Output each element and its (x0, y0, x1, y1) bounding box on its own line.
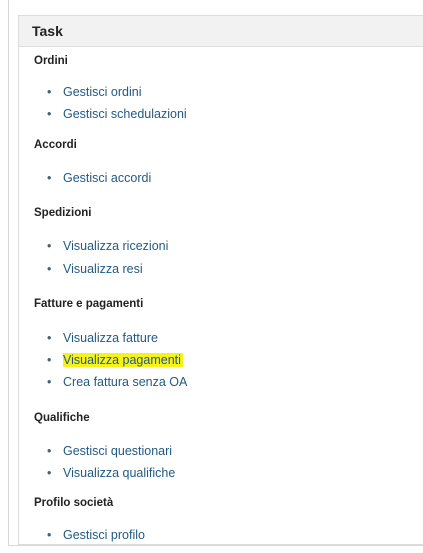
bullet-icon: • (47, 528, 52, 542)
bullet-icon: • (47, 444, 52, 458)
link-visualizza-resi[interactable]: Visualizza resi (63, 262, 143, 276)
task-item-visualizza-qualifiche: • Visualizza qualifiche (47, 464, 175, 482)
section-title-accordi: Accordi (34, 139, 77, 151)
link-crea-fattura-senza-oa[interactable]: Crea fattura senza OA (63, 375, 187, 389)
task-item-visualizza-pagamenti: • Visualizza pagamenti (47, 351, 183, 369)
link-gestisci-profilo[interactable]: Gestisci profilo (63, 528, 145, 542)
link-visualizza-qualifiche[interactable]: Visualizza qualifiche (63, 466, 175, 480)
section-title-fatture-e-pagamenti: Fatture e pagamenti (34, 298, 144, 310)
bullet-icon: • (47, 353, 52, 367)
task-item-gestisci-profilo: • Gestisci profilo (47, 526, 145, 544)
bullet-icon: • (47, 262, 52, 276)
section-title-spedizioni: Spedizioni (34, 207, 92, 219)
bullet-icon: • (47, 171, 52, 185)
task-item-visualizza-fatture: • Visualizza fatture (47, 329, 158, 347)
page-bottom-border (8, 545, 423, 546)
link-visualizza-pagamenti[interactable]: Visualizza pagamenti (63, 353, 183, 367)
link-gestisci-ordini[interactable]: Gestisci ordini (63, 85, 142, 99)
section-title-profilo-societa: Profilo società (34, 497, 114, 509)
bullet-icon: • (47, 107, 52, 121)
bullet-icon: • (47, 331, 52, 345)
bullet-icon: • (47, 466, 52, 480)
bullet-icon: • (47, 239, 52, 253)
task-item-visualizza-resi: • Visualizza resi (47, 260, 143, 278)
task-item-crea-fattura-senza-oa: • Crea fattura senza OA (47, 373, 187, 391)
task-panel: Task Ordini • Gestisci ordini • Gestisci s… (18, 15, 423, 545)
link-visualizza-fatture[interactable]: Visualizza fatture (63, 331, 158, 345)
section-title-qualifiche: Qualifiche (34, 412, 90, 424)
link-gestisci-questionari[interactable]: Gestisci questionari (63, 444, 172, 458)
page-left-border (8, 0, 9, 546)
link-visualizza-ricezioni[interactable]: Visualizza ricezioni (63, 239, 168, 253)
section-title-ordini: Ordini (34, 55, 68, 67)
link-gestisci-accordi[interactable]: Gestisci accordi (63, 171, 151, 185)
task-item-visualizza-ricezioni: • Visualizza ricezioni (47, 237, 168, 255)
panel-title: Task (19, 16, 423, 47)
task-item-gestisci-ordini: • Gestisci ordini (47, 83, 142, 101)
task-item-gestisci-schedulazioni: • Gestisci schedulazioni (47, 105, 187, 123)
link-gestisci-schedulazioni[interactable]: Gestisci schedulazioni (63, 107, 187, 121)
task-item-gestisci-questionari: • Gestisci questionari (47, 442, 172, 460)
bullet-icon: • (47, 375, 52, 389)
bullet-icon: • (47, 85, 52, 99)
task-item-gestisci-accordi: • Gestisci accordi (47, 169, 151, 187)
